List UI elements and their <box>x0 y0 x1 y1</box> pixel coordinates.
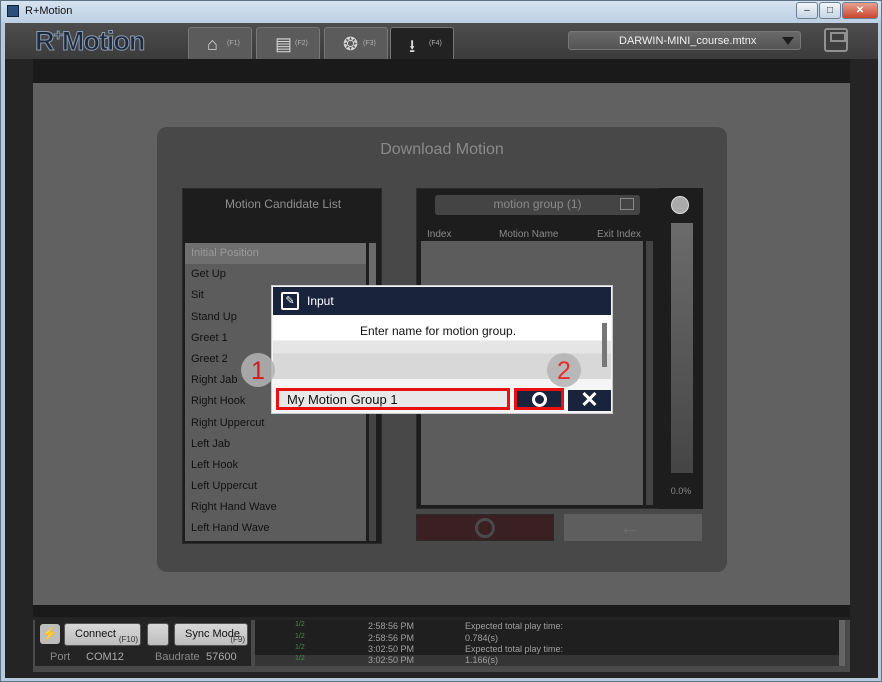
connect-button[interactable]: Connect (F10) <box>64 623 141 646</box>
log-row: 1/2 2:58:56 PM Expected total play time: <box>255 621 839 632</box>
log-tag: 1/2 <box>295 655 305 662</box>
log-time: 2:58:56 PM <box>368 633 415 643</box>
download-button[interactable] <box>416 514 554 541</box>
file-name: DARWIN-MINI_course.mtnx <box>619 35 757 47</box>
log-time: 2:58:56 PM <box>368 621 415 631</box>
log-message: Expected total play time: <box>465 644 564 654</box>
log-message: Expected total play time: <box>465 621 564 631</box>
log-row: 1/2 3:02:50 PM 1.166(s) <box>255 655 839 666</box>
pie-chart-icon <box>671 196 689 214</box>
port-value: COM12 <box>86 651 124 663</box>
chevron-down-icon <box>782 37 794 45</box>
mode-toggle[interactable] <box>147 623 169 646</box>
film-icon: ▤ <box>275 34 293 54</box>
list-item[interactable]: Right Uppercut <box>185 413 366 434</box>
tab-home[interactable]: ⌂ (F1) <box>188 27 252 59</box>
bottom-strip <box>33 605 850 617</box>
title-bar: R+Motion – □ ✕ <box>1 1 881 23</box>
port-label: Port <box>50 651 71 663</box>
save-icon[interactable] <box>824 28 848 52</box>
minimize-button[interactable]: – <box>796 2 818 19</box>
tab-key: (F2) <box>295 40 308 47</box>
tab-key: (F1) <box>227 40 240 47</box>
scroll-thumb[interactable] <box>369 243 376 285</box>
list-item[interactable]: Left Hook <box>185 455 366 476</box>
logo-prefix: R <box>35 26 55 57</box>
column-exit-index: Exit Index <box>597 229 641 240</box>
panel-title: Download Motion <box>380 141 504 158</box>
log-scrollbar[interactable] <box>839 620 845 666</box>
group-scrollbar[interactable] <box>646 241 653 505</box>
ok-button[interactable] <box>514 388 564 410</box>
film-reel-icon: ❂ <box>343 34 359 54</box>
arrow-left-icon: ← <box>619 514 641 539</box>
list-item[interactable]: Initial Position <box>185 243 366 265</box>
list-item[interactable]: Left Jab <box>185 434 366 455</box>
list-item[interactable]: Left Uppercut <box>185 476 366 497</box>
motion-group-title[interactable]: motion group (1) <box>435 195 640 215</box>
step-badge-1: 1 <box>241 353 275 387</box>
maximize-button[interactable]: □ <box>819 2 841 19</box>
list-item[interactable]: Left Hand Wave <box>185 518 366 539</box>
list-item[interactable]: Right Hand Wave <box>185 497 366 518</box>
circle-icon <box>475 518 495 538</box>
memory-gauge: 0.0% <box>659 188 703 509</box>
sync-mode-button[interactable]: Sync Mode (F9) <box>174 623 248 646</box>
plug-icon: ⚡ <box>40 624 60 644</box>
candidate-list-title: Motion Candidate List <box>224 197 342 211</box>
dialog-title: Input <box>307 294 334 308</box>
file-select[interactable]: DARWIN-MINI_course.mtnx <box>568 31 801 50</box>
edit-icon[interactable] <box>620 198 634 210</box>
top-strip <box>33 59 850 83</box>
close-button[interactable]: ✕ <box>842 2 878 19</box>
circle-icon <box>532 392 547 407</box>
group-name-input[interactable] <box>276 388 510 410</box>
window-title: R+Motion <box>25 5 73 17</box>
log-panel: 1/2 2:58:56 PM Expected total play time: 1… <box>255 620 845 666</box>
log-tag: 1/2 <box>295 621 305 628</box>
input-dialog: ✎ Input Enter name for motion group. ✕ <box>271 285 613 414</box>
sync-key: (F9) <box>230 635 245 644</box>
log-message: 0.784(s) <box>465 633 499 643</box>
log-time: 3:02:50 PM <box>368 655 415 665</box>
gauge-percent: 0.0% <box>670 486 692 496</box>
status-bar: ⚡ Connect (F10) Sync Mode (F9) Port COM1… <box>33 620 850 672</box>
connect-key: (F10) <box>118 635 138 644</box>
log-message: 1.166(s) <box>465 655 499 665</box>
baudrate-value: 57600 <box>206 651 237 663</box>
log-row: 1/2 3:02:50 PM Expected total play time: <box>255 644 839 655</box>
log-tag: 1/2 <box>295 644 305 651</box>
tab-motion-edit[interactable]: ▤ (F2) <box>256 27 320 59</box>
list-item[interactable]: Get Up <box>185 264 366 285</box>
tab-download[interactable]: ⭳ (F4) <box>390 27 454 59</box>
column-motion-name: Motion Name <box>499 229 559 240</box>
dialog-header: ✎ Input <box>273 287 611 315</box>
home-icon: ⌂ <box>207 34 218 54</box>
connection-box: ⚡ Connect (F10) Sync Mode (F9) Port COM1… <box>35 620 251 666</box>
tab-motion-play[interactable]: ❂ (F3) <box>324 27 388 59</box>
app-window: R+Motion – □ ✕ R+Motion ⌂ (F1) ▤ (F2) ❂ (F3… <box>0 0 882 682</box>
back-button[interactable]: ← <box>564 514 702 541</box>
gauge-bar <box>671 223 693 473</box>
dialog-message: Enter name for motion group. <box>359 324 517 338</box>
step-badge-2: 2 <box>547 353 581 387</box>
log-tag: 1/2 <box>295 633 305 640</box>
logo-text: Motion <box>61 26 145 57</box>
app-header: R+Motion ⌂ (F1) ▤ (F2) ❂ (F3) ⭳ (F4) DARWIN-… <box>5 23 878 59</box>
column-index: Index <box>427 229 452 240</box>
app-icon <box>7 5 19 17</box>
logo-plus: + <box>53 27 63 45</box>
cancel-button[interactable]: ✕ <box>568 389 611 411</box>
log-row: 1/2 2:58:56 PM 0.784(s) <box>255 633 839 644</box>
pencil-icon: ✎ <box>281 292 299 310</box>
app-area: R+Motion ⌂ (F1) ▤ (F2) ❂ (F3) ⭳ (F4) DARWIN-… <box>5 23 878 678</box>
dialog-scrollbar[interactable] <box>602 323 607 367</box>
connect-label: Connect <box>75 628 116 640</box>
baudrate-label: Baudrate <box>155 651 200 663</box>
app-logo: R+Motion <box>35 26 146 57</box>
tab-key: (F4) <box>429 40 442 47</box>
tab-key: (F3) <box>363 40 376 47</box>
log-time: 3:02:50 PM <box>368 644 415 654</box>
